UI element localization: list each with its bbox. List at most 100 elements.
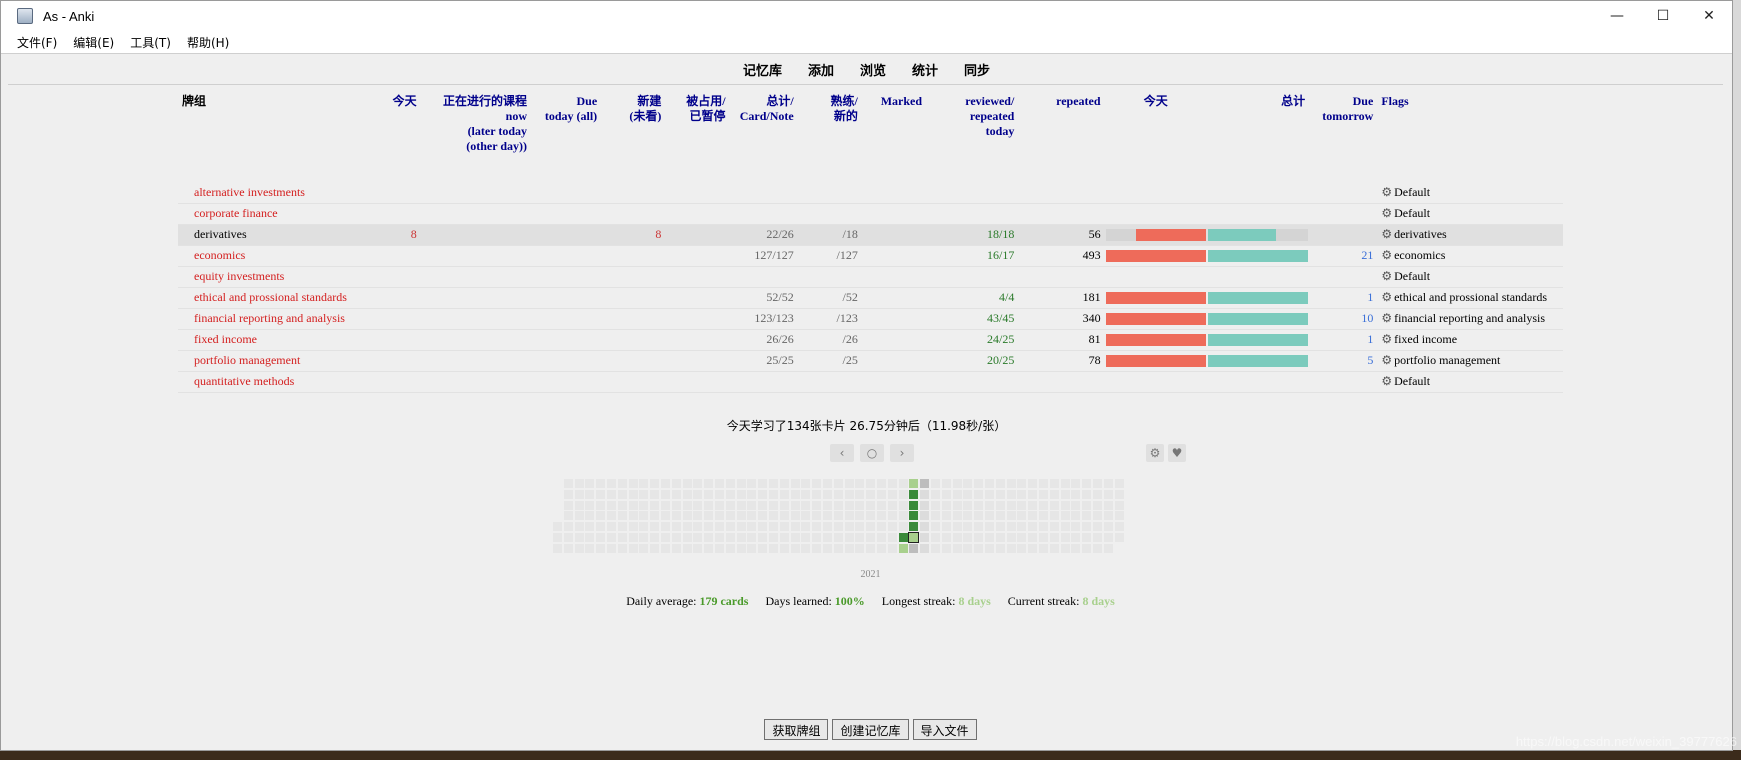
heatmap-heart-icon[interactable]: ♥ bbox=[1168, 444, 1186, 462]
heatmap-day-cell[interactable] bbox=[995, 522, 1005, 532]
heatmap-day-cell[interactable] bbox=[833, 533, 843, 542]
deck-options[interactable]: ⚙ Default bbox=[1377, 203, 1563, 225]
deck-row[interactable]: derivatives 8 8 22/26/18 18/18 56 ⚙ derivatives bbox=[178, 224, 1563, 246]
heatmap-day-cell[interactable] bbox=[1093, 543, 1102, 553]
heatmap-day-cell[interactable] bbox=[596, 479, 606, 488]
heatmap-day-cell[interactable] bbox=[931, 479, 940, 488]
heatmap-day-cell[interactable] bbox=[553, 522, 562, 532]
heatmap-day-cell[interactable] bbox=[607, 489, 616, 499]
heatmap-day-cell[interactable] bbox=[898, 500, 908, 510]
heatmap-day-cell[interactable] bbox=[909, 522, 919, 532]
heatmap-day-cell[interactable] bbox=[1006, 500, 1016, 510]
heatmap-day-cell[interactable] bbox=[823, 479, 832, 488]
menu-edit[interactable]: 编辑(E) bbox=[65, 34, 122, 51]
heatmap-day-cell[interactable] bbox=[790, 511, 800, 521]
heatmap-day-cell[interactable] bbox=[1082, 489, 1092, 499]
menu-file[interactable]: 文件(F) bbox=[9, 34, 65, 51]
heatmap-day-cell[interactable] bbox=[1093, 479, 1102, 488]
heatmap-day-cell[interactable] bbox=[985, 489, 994, 499]
heatmap-day-cell[interactable] bbox=[661, 522, 670, 532]
heatmap-day-cell[interactable] bbox=[704, 479, 714, 488]
heatmap-day-cell[interactable] bbox=[887, 522, 897, 532]
heatmap-day-cell[interactable] bbox=[941, 533, 951, 542]
heatmap-day-cell[interactable] bbox=[1093, 489, 1102, 499]
heatmap-day-cell[interactable] bbox=[877, 533, 886, 542]
heatmap-settings-icon[interactable]: ⚙ bbox=[1146, 444, 1164, 462]
heatmap-day-cell[interactable] bbox=[617, 522, 627, 532]
heatmap-day-cell[interactable] bbox=[1071, 489, 1081, 499]
heatmap-day-cell[interactable] bbox=[607, 479, 616, 488]
heatmap-day-cell[interactable] bbox=[1103, 511, 1113, 521]
heatmap-day-cell[interactable] bbox=[671, 522, 681, 532]
heatmap-day-cell[interactable] bbox=[920, 522, 930, 532]
heatmap-day-cell[interactable] bbox=[844, 500, 854, 510]
heatmap-day-cell[interactable] bbox=[617, 489, 627, 499]
deck-name[interactable]: derivatives bbox=[178, 224, 379, 246]
heatmap-day-cell[interactable] bbox=[1071, 479, 1081, 488]
heatmap-day-cell[interactable] bbox=[931, 489, 940, 499]
import-file-button[interactable]: 导入文件 bbox=[912, 719, 977, 740]
deck-row[interactable]: quantitative methods ⚙ Default bbox=[178, 371, 1563, 393]
heatmap-day-cell[interactable] bbox=[909, 479, 919, 488]
heatmap-day-cell[interactable] bbox=[574, 479, 584, 488]
heatmap-day-cell[interactable] bbox=[617, 543, 627, 553]
heatmap-day-cell[interactable] bbox=[574, 522, 584, 532]
heatmap-day-cell[interactable] bbox=[758, 543, 768, 553]
heatmap-day-cell[interactable] bbox=[671, 511, 681, 521]
heatmap-day-cell[interactable] bbox=[974, 489, 984, 499]
heatmap-day-cell[interactable] bbox=[1039, 489, 1048, 499]
heatmap-day-cell[interactable] bbox=[931, 511, 940, 521]
heatmap-day-cell[interactable] bbox=[617, 533, 627, 542]
heatmap-day-cell[interactable] bbox=[833, 479, 843, 488]
heatmap-day-cell[interactable] bbox=[920, 543, 930, 553]
heatmap-day-cell[interactable] bbox=[974, 500, 984, 510]
heatmap-day-cell[interactable] bbox=[941, 489, 951, 499]
heatmap-day-cell[interactable] bbox=[758, 500, 768, 510]
heatmap-day-cell[interactable] bbox=[574, 511, 584, 521]
deck-row[interactable]: alternative investments ⚙ Default bbox=[178, 182, 1563, 204]
minimize-button[interactable]: — bbox=[1594, 1, 1640, 31]
gear-icon[interactable]: ⚙ bbox=[1381, 311, 1392, 325]
heatmap-day-cell[interactable] bbox=[812, 543, 822, 553]
heatmap-day-cell[interactable] bbox=[801, 479, 811, 488]
heatmap-day-cell[interactable] bbox=[747, 522, 757, 532]
heatmap-day-cell[interactable] bbox=[855, 522, 865, 532]
heatmap-day-cell[interactable] bbox=[639, 511, 649, 521]
heatmap-day-cell[interactable] bbox=[585, 522, 595, 532]
toolbar-decks[interactable]: 记忆库 bbox=[743, 60, 782, 79]
heatmap-day-cell[interactable] bbox=[769, 479, 778, 488]
heatmap-day-cell[interactable] bbox=[812, 511, 822, 521]
heatmap-day-cell[interactable] bbox=[1071, 500, 1081, 510]
heatmap-day-cell[interactable] bbox=[563, 522, 573, 532]
deck-name[interactable]: equity investments bbox=[178, 266, 379, 288]
heatmap-day-cell[interactable] bbox=[995, 511, 1005, 521]
heatmap-day-cell[interactable] bbox=[661, 511, 670, 521]
heatmap-day-cell[interactable] bbox=[812, 500, 822, 510]
heatmap-day-cell[interactable] bbox=[1049, 522, 1059, 532]
heatmap-today-button[interactable]: ○ bbox=[860, 444, 884, 462]
heatmap-day-cell[interactable] bbox=[596, 533, 606, 542]
heatmap-day-cell[interactable] bbox=[574, 533, 584, 542]
heatmap-day-cell[interactable] bbox=[736, 500, 746, 510]
gear-icon[interactable]: ⚙ bbox=[1381, 206, 1392, 220]
heatmap-day-cell[interactable] bbox=[844, 489, 854, 499]
heatmap-day-cell[interactable] bbox=[715, 489, 724, 499]
gear-icon[interactable]: ⚙ bbox=[1381, 332, 1392, 346]
heatmap-day-cell[interactable] bbox=[639, 533, 649, 542]
heatmap-day-cell[interactable] bbox=[995, 533, 1005, 542]
heatmap-day-cell[interactable] bbox=[909, 500, 919, 510]
heatmap-day-cell[interactable] bbox=[747, 511, 757, 521]
heatmap-day-cell[interactable] bbox=[704, 511, 714, 521]
heatmap-day-cell[interactable] bbox=[823, 533, 832, 542]
heatmap-day-cell[interactable] bbox=[1039, 533, 1048, 542]
heatmap-day-cell[interactable] bbox=[1039, 511, 1048, 521]
heatmap-day-cell[interactable] bbox=[628, 543, 638, 553]
heatmap-day-cell[interactable] bbox=[801, 500, 811, 510]
heatmap-day-cell[interactable] bbox=[650, 489, 660, 499]
heatmap-day-cell[interactable] bbox=[715, 543, 724, 553]
heatmap-day-cell[interactable] bbox=[941, 511, 951, 521]
heatmap-day-cell[interactable] bbox=[1028, 511, 1038, 521]
heatmap-day-cell[interactable] bbox=[607, 522, 616, 532]
heatmap-day-cell[interactable] bbox=[844, 522, 854, 532]
heatmap-day-cell[interactable] bbox=[1039, 479, 1048, 488]
